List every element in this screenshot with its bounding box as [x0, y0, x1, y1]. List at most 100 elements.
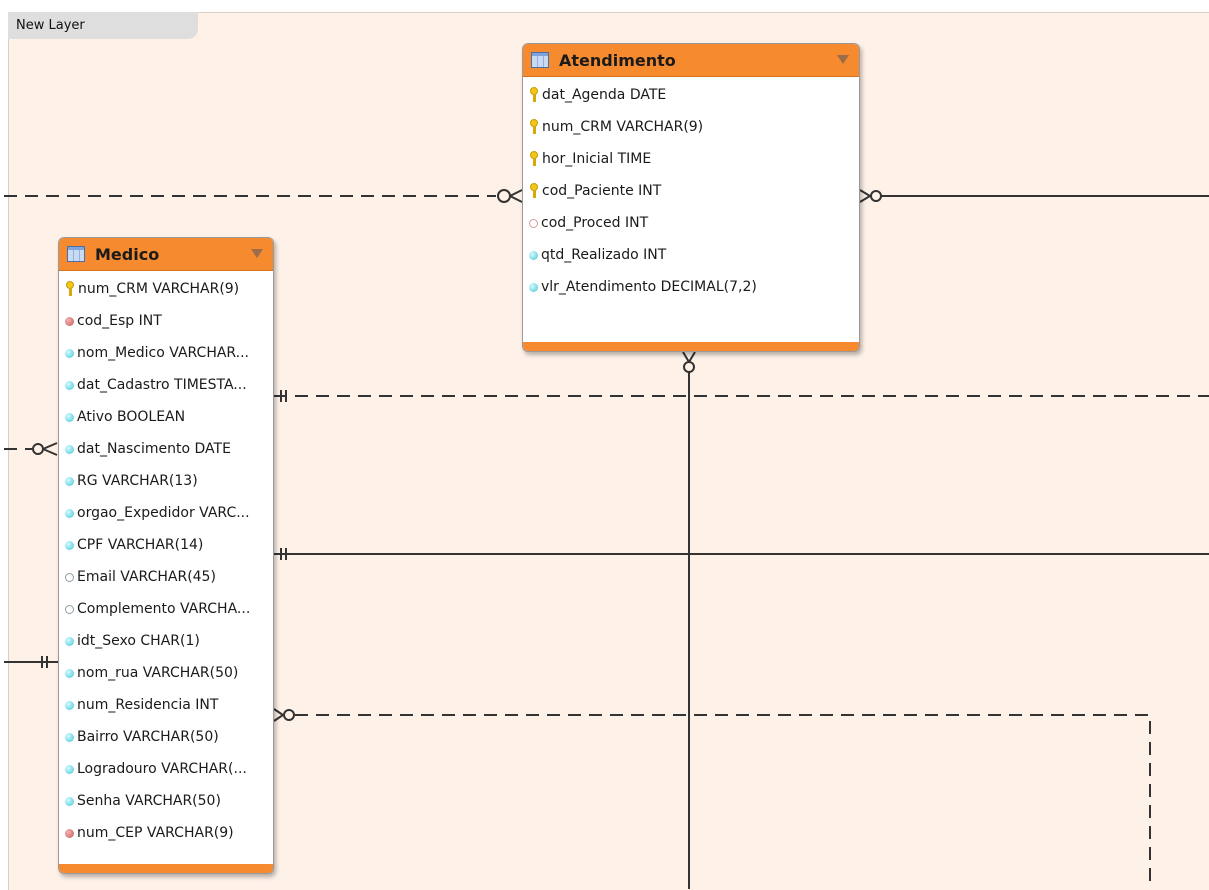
column-row[interactable]: Bairro VARCHAR(50) [59, 721, 273, 753]
column-icon [65, 764, 74, 774]
column-row[interactable]: hor_Inicial TIME [523, 143, 859, 175]
column-row[interactable]: dat_Nascimento DATE [59, 433, 273, 465]
column-icon [65, 508, 74, 518]
column-label: dat_Cadastro TIMESTA... [77, 377, 247, 393]
column-label: nom_Medico VARCHAR... [77, 345, 250, 361]
nullable-column-icon [65, 604, 74, 614]
crows-foot-symbol [509, 189, 523, 203]
collapse-icon[interactable] [837, 55, 849, 64]
table-header[interactable]: Atendimento [523, 44, 859, 77]
column-row[interactable]: num_CEP VARCHAR(9) [59, 817, 273, 849]
column-icon [65, 444, 74, 454]
column-row[interactable]: nom_rua VARCHAR(50) [59, 657, 273, 689]
column-label: dat_Nascimento DATE [77, 441, 231, 457]
column-label: nom_rua VARCHAR(50) [77, 665, 239, 681]
column-label: num_CRM VARCHAR(9) [542, 119, 704, 135]
column-row[interactable]: orgao_Expedidor VARC... [59, 497, 273, 529]
column-row[interactable]: RG VARCHAR(13) [59, 465, 273, 497]
column-icon [529, 250, 538, 260]
table-atendimento[interactable]: Atendimento dat_Agenda DATE num_CRM VARCH… [522, 43, 860, 352]
primary-key-icon [529, 119, 539, 135]
column-row[interactable]: dat_Agenda DATE [523, 79, 859, 111]
column-label: cod_Proced INT [541, 215, 649, 231]
column-label: Bairro VARCHAR(50) [77, 729, 219, 745]
column-row[interactable]: cod_Proced INT [523, 207, 859, 239]
column-row[interactable]: dat_Cadastro TIMESTA... [59, 369, 273, 401]
column-icon [65, 636, 74, 646]
column-label: hor_Inicial TIME [542, 151, 652, 167]
column-label: Complemento VARCHA... [77, 601, 251, 617]
table-icon [531, 52, 549, 68]
column-icon [529, 282, 538, 292]
column-icon [65, 476, 74, 486]
nullable-column-icon [65, 572, 74, 582]
crows-foot-symbol [273, 708, 285, 722]
zero-symbol [683, 361, 695, 373]
primary-key-icon [65, 281, 75, 297]
column-label: idt_Sexo CHAR(1) [77, 633, 200, 649]
zero-symbol [283, 709, 295, 721]
column-row[interactable]: num_CRM VARCHAR(9) [523, 111, 859, 143]
column-label: num_CEP VARCHAR(9) [77, 825, 234, 841]
column-icon [65, 668, 74, 678]
relationship-line [295, 714, 1151, 889]
column-icon [65, 700, 74, 710]
column-row[interactable]: cod_Paciente INT [523, 175, 859, 207]
primary-key-icon [529, 151, 539, 167]
column-label: qtd_Realizado INT [541, 247, 667, 263]
column-label: Ativo BOOLEAN [77, 409, 186, 425]
nullable-foreign-key-icon [529, 218, 538, 228]
column-row[interactable]: CPF VARCHAR(14) [59, 529, 273, 561]
primary-key-icon [529, 183, 539, 199]
column-row[interactable]: Senha VARCHAR(50) [59, 785, 273, 817]
column-row[interactable]: idt_Sexo CHAR(1) [59, 625, 273, 657]
table-footer [59, 864, 273, 873]
column-icon [65, 796, 74, 806]
column-label: dat_Agenda DATE [542, 87, 667, 103]
column-row[interactable]: qtd_Realizado INT [523, 239, 859, 271]
column-icon [65, 540, 74, 550]
column-row[interactable]: num_CRM VARCHAR(9) [59, 273, 273, 305]
column-icon [65, 380, 74, 390]
table-header[interactable]: Medico [59, 238, 273, 271]
column-icon [65, 732, 74, 742]
column-label: orgao_Expedidor VARC... [77, 505, 250, 521]
column-row[interactable]: Email VARCHAR(45) [59, 561, 273, 593]
column-row[interactable]: cod_Esp INT [59, 305, 273, 337]
column-icon [65, 348, 74, 358]
column-icon [65, 412, 74, 422]
column-label: RG VARCHAR(13) [77, 473, 198, 489]
crows-foot-symbol [682, 351, 696, 364]
column-label: num_CRM VARCHAR(9) [78, 281, 240, 297]
table-title: Atendimento [559, 50, 676, 70]
column-label: Email VARCHAR(45) [77, 569, 216, 585]
crows-foot-symbol [42, 442, 58, 456]
column-label: Logradouro VARCHAR(... [77, 761, 247, 777]
zero-symbol [497, 189, 511, 203]
table-icon [67, 246, 85, 262]
column-label: vlr_Atendimento DECIMAL(7,2) [541, 279, 757, 295]
zero-symbol [870, 190, 882, 202]
column-list: dat_Agenda DATE num_CRM VARCHAR(9) hor_Ini… [523, 77, 859, 303]
column-label: cod_Esp INT [77, 313, 162, 329]
foreign-key-icon [65, 316, 74, 326]
table-title: Medico [95, 244, 160, 264]
table-medico[interactable]: Medico num_CRM VARCHAR(9) cod_Esp INT nom_… [58, 237, 274, 874]
column-list: num_CRM VARCHAR(9) cod_Esp INT nom_Medico … [59, 271, 273, 849]
column-row[interactable]: Logradouro VARCHAR(... [59, 753, 273, 785]
table-footer [523, 342, 859, 351]
column-label: cod_Paciente INT [542, 183, 662, 199]
column-label: CPF VARCHAR(14) [77, 537, 204, 553]
primary-key-icon [529, 87, 539, 103]
column-row[interactable]: num_Residencia INT [59, 689, 273, 721]
column-row[interactable]: Ativo BOOLEAN [59, 401, 273, 433]
collapse-icon[interactable] [251, 249, 263, 258]
column-row[interactable]: vlr_Atendimento DECIMAL(7,2) [523, 271, 859, 303]
zero-symbol [32, 443, 44, 455]
crows-foot-symbol [859, 189, 872, 203]
column-row[interactable]: Complemento VARCHA... [59, 593, 273, 625]
column-label: num_Residencia INT [77, 697, 219, 713]
foreign-key-icon [65, 828, 74, 838]
column-row[interactable]: nom_Medico VARCHAR... [59, 337, 273, 369]
column-label: Senha VARCHAR(50) [77, 793, 221, 809]
